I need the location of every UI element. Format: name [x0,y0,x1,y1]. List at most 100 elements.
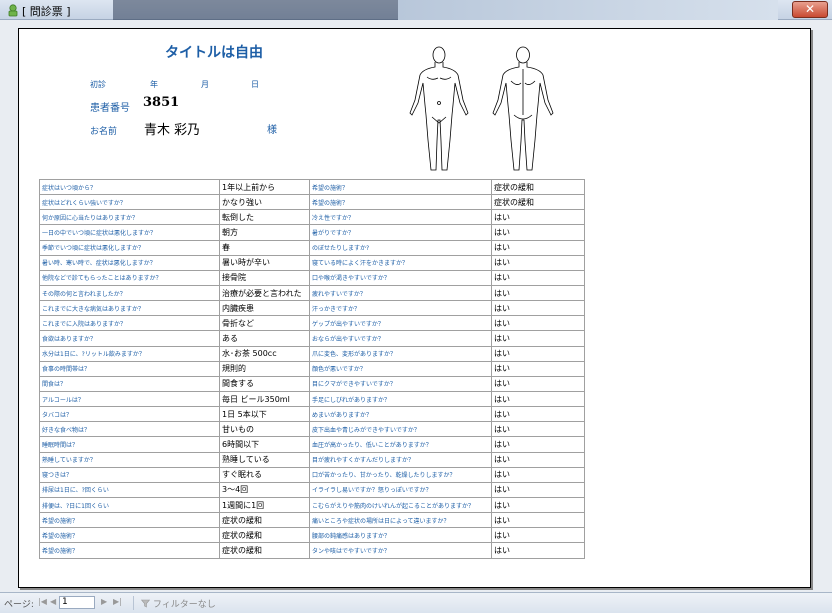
question-cell: 食欲はありますか？ [39,330,220,347]
question-cell: 希望の施術？ [39,512,220,529]
question-cell: 口や喉が渇きやすいですか？ [309,269,492,286]
question-cell: 希望の施術？ [309,194,492,211]
question-cell: その際の何と言われましたか？ [39,284,220,302]
questionnaire-table: 症状はいつ頃から？ 1年以上前から 希望の施術？ 症状の緩和 症状はどれくらい強いですか… [39,178,585,559]
answer-cell: はい [491,239,585,256]
question-cell: 顔色が悪いですか？ [309,360,492,377]
first-page-button[interactable]: |◀ [38,597,47,606]
question-cell: 食事の時間帯は？ [39,360,220,377]
table-row: 他院などで診てもらったことはありますか？ 接骨院 口や喉が渇きやすいですか？ はい [39,269,585,286]
question-cell: 何か原因に心当たりはありますか？ [39,209,220,226]
table-row: 寝つきは？ すぐ眠れる 口が苦かったり、甘かったり、乾燥したりしますか？ はい [39,466,585,483]
patient-number-label: 患者番号 [90,103,130,114]
close-button[interactable]: ✕ [792,1,828,18]
question-cell: 痛いところや症状の場所は日によって違いますか？ [309,512,492,529]
question-cell: 汗っかきですか？ [309,300,492,317]
page-title: タイトルは自由 [165,45,263,61]
table-row: 症状はどれくらい強いですか？ かなり強い 希望の施術？ 症状の緩和 [39,194,585,211]
question-cell: 目が疲れやすくかすんだりしますか？ [309,451,492,468]
answer-cell: 春 [219,239,310,256]
answer-cell: はい [491,345,585,362]
question-cell: 腰部の鈍痛感はありますか？ [309,527,492,544]
background-window-strip-right [398,0,778,20]
last-page-button[interactable]: ▶| [113,597,122,606]
table-row: 排尿は1日に、?回くらい 3〜4回 イライラし易いですか？怒りっぽいですか？ はい [39,481,585,498]
table-row: 一日の中でいつ頃に症状は悪化しますか？ 朝方 暑がりですか？ はい [39,224,585,241]
question-cell: 皮下出血や青じみができやすいですか？ [309,421,492,438]
answer-cell: 間食する [219,375,310,392]
answer-cell: はい [491,481,585,498]
answer-cell: 3〜4回 [219,481,310,498]
body-front-diagram [409,46,469,171]
answer-cell: 1年以上前から [219,178,310,196]
table-row: 希望の施術？ 症状の緩和 タンや咳はでやすいですか？ はい [39,542,585,559]
question-cell: 手足にしびれがありますか？ [309,390,492,408]
question-cell: タバコは？ [39,406,220,423]
question-cell: 希望の施術？ [309,178,492,196]
answer-cell: はい [491,224,585,241]
answer-cell: はい [491,315,585,332]
table-row: 希望の施術？ 症状の緩和 痛いところや症状の場所は日によって違いますか？ はい [39,512,585,529]
filter-button[interactable]: フィルターなし [140,597,216,610]
answer-cell: 毎日 ビール350ml [219,390,310,408]
question-cell: これまでに大きな病気はありますか？ [39,300,220,317]
table-row: 間食は？ 間食する 目にクマができやすいですか？ はい [39,375,585,392]
table-row: 睡眠時間は？ 6時間以下 血圧が高かったり、低いことがありますか？ はい [39,436,585,453]
prev-page-button[interactable]: ◀ [50,597,56,606]
question-cell: 爪に変色、変形がありますか？ [309,345,492,362]
answer-cell: ある [219,330,310,347]
answer-cell: 症状の緩和 [219,527,310,544]
day-label: 日 [251,80,259,89]
question-cell: 暑い時、寒い時で、症状は悪化しますか？ [39,254,220,271]
answer-cell: はい [491,375,585,392]
filter-label: フィルターなし [152,600,216,610]
question-cell: 熟睡していますか？ [39,451,220,468]
table-row: 好きな食べ物は？ 甘いもの 皮下出血や青じみができやすいですか？ はい [39,421,585,438]
question-cell: 一日の中でいつ頃に症状は悪化しますか？ [39,224,220,241]
question-cell: 排尿は1日に、?回くらい [39,481,220,498]
answer-cell: 朝方 [219,224,310,241]
next-page-button[interactable]: ▶ [101,597,107,606]
question-cell: 血圧が高かったり、低いことがありますか？ [309,436,492,453]
answer-cell: はい [491,451,585,468]
table-row: これまでに入院はありますか？ 骨折など ゲップが出やすいですか？ はい [39,315,585,332]
answer-cell: 1週間に1回 [219,496,310,514]
question-cell: 好きな食べ物は？ [39,421,220,438]
table-row: これまでに大きな病気はありますか？ 内臓疾患 汗っかきですか？ はい [39,300,585,317]
table-row: 季節でいつ頃に症状は悪化しますか？春のぼせたりしますか? はい [39,239,585,256]
body-back-diagram [492,46,554,171]
answer-cell: はい [491,284,585,302]
statusbar: ページ: |◀ ◀ 1 ▶ ▶| フィルターなし [0,592,832,613]
answer-cell: 治療が必要と言われた [219,284,310,302]
table-row: その際の何と言われましたか？ 治療が必要と言われた 疲れやすいですか？ はい [39,284,585,302]
question-cell: 他院などで診てもらったことはありますか？ [39,269,220,286]
question-cell: のぼせたりしますか? [309,239,492,256]
question-cell: 睡眠時間は？ [39,436,220,453]
answer-cell: 水･お茶 500cc [219,345,310,362]
window-title: [ 問診票 ] [22,5,71,18]
question-cell: 希望の施術？ [39,542,220,559]
answer-cell: 骨折など [219,315,310,332]
answer-cell: 転倒した [219,209,310,226]
answer-cell: はい [491,406,585,423]
table-row: 暑い時、寒い時で、症状は悪化しますか？ 暑い時が辛い 寝ている時によく汗をかきますか… [39,254,585,271]
table-row: 排便は、?日に1回くらい 1週間に1回 こむらがえりや筋肉のけいれんが起こることがあ… [39,496,585,514]
answer-cell: 症状の緩和 [491,178,585,196]
year-label: 年 [150,80,158,89]
page-label: ページ: [4,600,34,610]
question-cell: アルコールは？ [39,390,220,408]
question-cell: こむらがえりや筋肉のけいれんが起こることがありますか？ [309,496,492,514]
page-number-input[interactable]: 1 [59,596,95,609]
question-cell: 間食は？ [39,375,220,392]
answer-cell: 1日 5本以下 [219,406,310,423]
question-cell: ゲップが出やすいですか？ [309,315,492,332]
patient-number-value: 3851 [143,95,180,110]
first-visit-label: 初診 [90,80,106,89]
table-row: 熟睡していますか？ 熟睡している 目が疲れやすくかすんだりしますか？ はい [39,451,585,468]
question-cell: 口が苦かったり、甘かったり、乾燥したりしますか？ [309,466,492,483]
table-row: 何か原因に心当たりはありますか？ 転倒した 冷え性ですか？ はい [39,209,585,226]
answer-cell: はい [491,496,585,514]
window-titlebar: [ 問診票 ] ✕ [0,0,832,20]
answer-cell: かなり強い [219,194,310,211]
answer-cell: はい [491,436,585,453]
